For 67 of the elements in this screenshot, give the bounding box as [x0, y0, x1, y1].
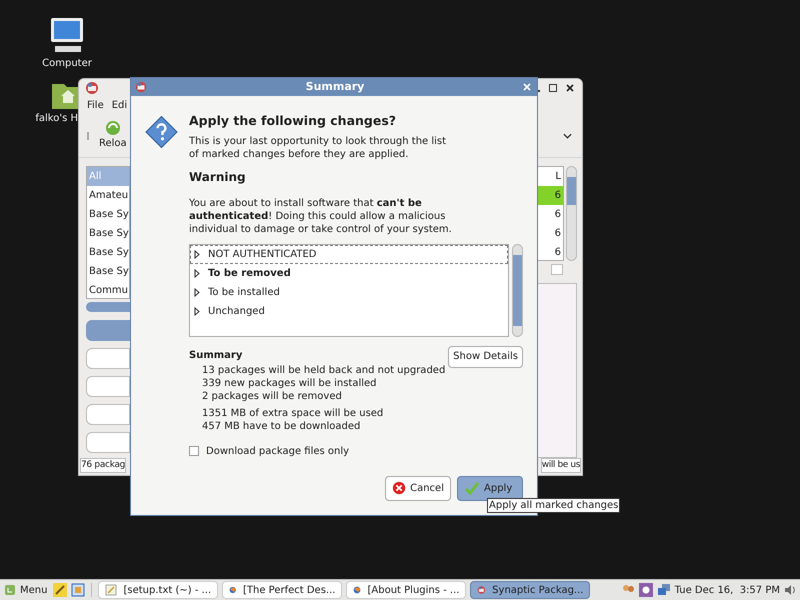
window-title: Summary — [304, 78, 366, 95]
synaptic-icon — [85, 80, 99, 95]
tree-row[interactable]: To be removed — [190, 264, 508, 283]
close-icon[interactable] — [566, 84, 574, 92]
apply-button[interactable]: Apply — [457, 476, 523, 501]
reload-button[interactable]: Reloa — [99, 120, 127, 152]
checkbox[interactable] — [189, 446, 199, 456]
show-details-button[interactable]: Show Details — [448, 346, 523, 368]
column-header[interactable]: L — [538, 166, 563, 186]
screenshot-icon[interactable] — [71, 583, 86, 597]
category-item[interactable]: Base Sy — [87, 242, 129, 262]
question-icon — [145, 115, 178, 149]
category-item[interactable]: Base Sy — [87, 204, 129, 224]
table-cell-text: 6 — [554, 226, 562, 240]
summary-line: 457 MB have to be downloaded — [202, 420, 362, 433]
reload-icon — [104, 120, 121, 136]
taskbar-button[interactable]: [About Plugins - ... — [346, 581, 466, 599]
category-item[interactable]: Base Sy — [87, 262, 129, 280]
warning-text: You are about to install software that can't be authenticated! Doing this could allow a malicious individual to damage or take control of your system. — [189, 196, 453, 236]
vertical-scrollbar[interactable] — [512, 244, 523, 337]
tree-row[interactable]: To be installed — [190, 282, 508, 302]
category-item[interactable]: Amateu — [87, 186, 129, 204]
synaptic-icon — [477, 584, 486, 596]
summary-line: 2 packages will be removed — [202, 390, 343, 403]
taskbar-button[interactable]: [The Perfect Des... — [222, 581, 342, 599]
summary-title: Summary — [189, 348, 242, 363]
intro-text: This is your last opportunity to look through the list of marked changes before they are applied. — [189, 134, 448, 161]
summary-line: 339 new packages will be installed — [202, 376, 378, 390]
network-icon[interactable] — [656, 583, 671, 597]
menu-button[interactable]: Menu — [4, 582, 50, 598]
menu-item[interactable]: Edi — [112, 98, 128, 114]
category-item[interactable]: Base Sy — [87, 224, 129, 242]
summary-line: 1351 MB of extra space will be used — [202, 406, 384, 420]
warning-title: Warning — [189, 170, 247, 185]
speaker-icon[interactable] — [784, 584, 796, 596]
taskbar-button[interactable]: Synaptic Packag... — [470, 581, 590, 599]
table-cell: 6 — [538, 186, 563, 204]
notepad-icon — [105, 584, 118, 596]
dialog-heading: Apply the following changes? — [189, 113, 398, 129]
checkmark-icon — [464, 480, 480, 496]
checkbox-label: Download package files only — [206, 444, 350, 459]
globe-icon — [353, 584, 362, 596]
pencil-icon[interactable] — [53, 583, 68, 597]
tooltip: Apply all marked changes — [487, 498, 620, 513]
cancel-icon — [392, 480, 406, 496]
tree-row[interactable]: NOT AUTHENTICATED — [190, 244, 508, 264]
tree-row[interactable]: Unchanged — [190, 302, 508, 321]
desktop-icon-label[interactable]: falko's H — [35, 112, 78, 125]
gear-icon[interactable] — [638, 583, 653, 597]
status-text: will be us — [540, 458, 581, 473]
filter-button[interactable] — [86, 320, 130, 340]
taskbar-button[interactable]: [setup.txt (~) - ... — [98, 581, 218, 599]
globe-icon — [229, 584, 237, 596]
table-cell-text: 6 — [554, 208, 562, 222]
synaptic-icon — [135, 81, 147, 93]
chevron-down-icon[interactable] — [563, 132, 572, 139]
clock[interactable]: Tue Dec 16, 3:57 PM — [674, 582, 780, 598]
horizontal-scrollbar[interactable] — [86, 302, 130, 312]
category-item[interactable]: Commu — [87, 280, 129, 300]
desktop-icon-label[interactable]: Computer — [42, 58, 92, 70]
status-text: 76 packag — [80, 458, 126, 473]
maximize-icon[interactable] — [549, 84, 557, 92]
vertical-scrollbar[interactable] — [566, 166, 577, 260]
cancel-button[interactable]: Cancel — [385, 476, 451, 501]
menu-item[interactable]: File — [87, 98, 104, 114]
table-cell-text: 6 — [554, 246, 562, 260]
summary-line: 13 packages will be held back and not upgraded — [202, 364, 446, 377]
